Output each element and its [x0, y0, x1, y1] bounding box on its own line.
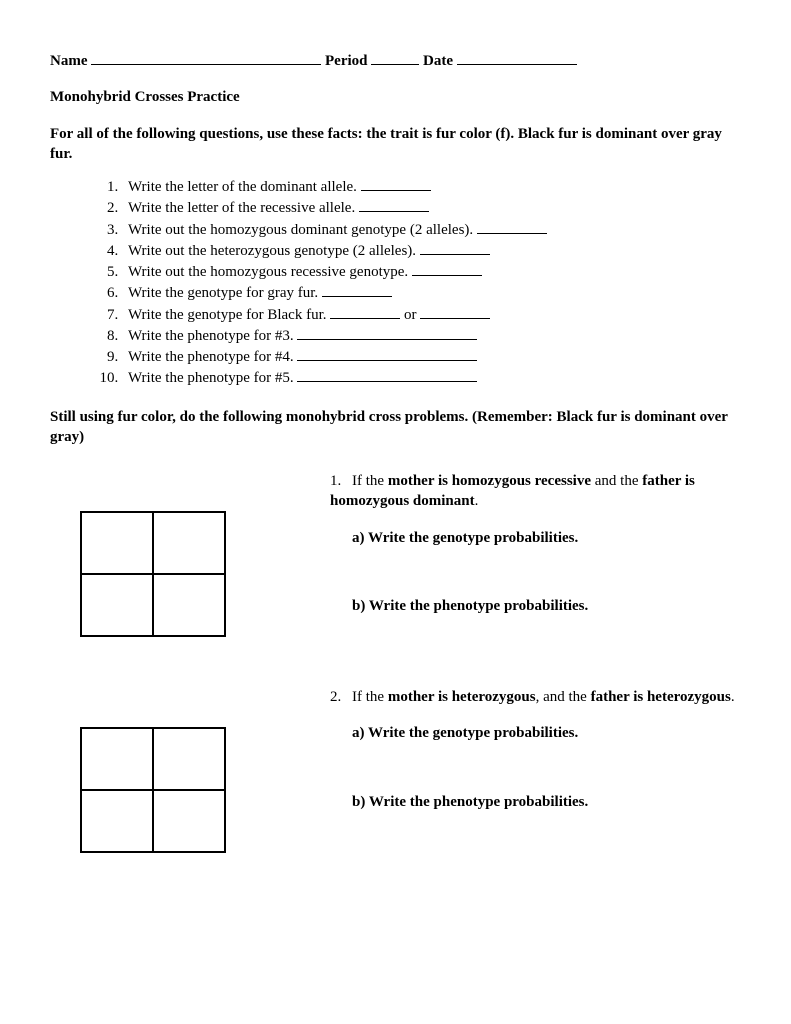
text-fragment: If the [352, 689, 388, 705]
problem-text: 1.If the mother is homozygous recessive … [330, 471, 741, 616]
sub-question-b: b) Write the phenotype probabilities. [352, 792, 741, 812]
punnett-square-container [50, 471, 330, 637]
text-fragment: . [731, 689, 735, 705]
problem-text: 2.If the mother is heterozygous, and the… [330, 687, 741, 812]
question-item: Write out the homozygous dominant genoty… [122, 219, 741, 240]
answer-blank[interactable] [359, 197, 429, 212]
questions-list: Write the letter of the dominant allele.… [122, 176, 741, 389]
problem-number: 1. [330, 471, 352, 491]
question-text: Write out the homozygous recessive genot… [128, 264, 408, 280]
answer-blank[interactable] [297, 325, 477, 340]
period-label: Period [325, 53, 368, 69]
answer-blank[interactable] [412, 261, 482, 276]
bold-text: mother is heterozygous [388, 689, 536, 705]
answer-blank[interactable] [420, 304, 490, 319]
answer-blank[interactable] [297, 367, 477, 382]
question-item: Write the genotype for gray fur. [122, 282, 741, 303]
worksheet-title: Monohybrid Crosses Practice [50, 87, 741, 107]
question-text: Write the letter of the recessive allele… [128, 200, 355, 216]
question-text: Write the phenotype for #5. [128, 370, 294, 386]
problem-2: 2.If the mother is heterozygous, and the… [50, 687, 741, 853]
question-text: Write the phenotype for #4. [128, 349, 294, 365]
question-item: Write the genotype for Black fur. or [122, 304, 741, 325]
answer-blank[interactable] [297, 346, 477, 361]
question-item: Write the phenotype for #5. [122, 367, 741, 388]
question-text: Write the genotype for Black fur. [128, 307, 327, 323]
question-text: Write the letter of the dominant allele. [128, 179, 357, 195]
question-item: Write the phenotype for #3. [122, 325, 741, 346]
question-item: Write out the heterozygous genotype (2 a… [122, 240, 741, 261]
sub-question-a: a) Write the genotype probabilities. [352, 528, 741, 548]
punnett-square-container [50, 687, 330, 853]
sub-question-a: a) Write the genotype probabilities. [352, 723, 741, 743]
problem-statement: 2.If the mother is heterozygous, and the… [330, 687, 741, 707]
date-label: Date [423, 53, 453, 69]
question-item: Write the letter of the dominant allele. [122, 176, 741, 197]
header-line: Name Period Date [50, 50, 741, 71]
bold-text: mother is homozygous recessive [388, 473, 591, 489]
question-text: Write the phenotype for #3. [128, 328, 294, 344]
answer-blank[interactable] [420, 240, 490, 255]
question-item: Write the letter of the recessive allele… [122, 197, 741, 218]
date-blank[interactable] [457, 50, 577, 65]
answer-blank[interactable] [477, 219, 547, 234]
name-label: Name [50, 53, 88, 69]
section-heading: Still using fur color, do the following … [50, 407, 741, 448]
punnett-square[interactable] [80, 727, 226, 853]
problem-1: 1.If the mother is homozygous recessive … [50, 471, 741, 637]
answer-blank[interactable] [361, 176, 431, 191]
problem-statement: 1.If the mother is homozygous recessive … [330, 471, 741, 512]
question-text: Write the genotype for gray fur. [128, 285, 318, 301]
instructions-text: For all of the following questions, use … [50, 124, 741, 165]
question-item: Write out the homozygous recessive genot… [122, 261, 741, 282]
text-fragment: If the [352, 473, 388, 489]
or-text: or [404, 307, 417, 323]
answer-blank[interactable] [322, 282, 392, 297]
punnett-square[interactable] [80, 511, 226, 637]
question-text: Write out the heterozygous genotype (2 a… [128, 243, 416, 259]
answer-blank[interactable] [330, 304, 400, 319]
problem-number: 2. [330, 687, 352, 707]
bold-text: father is heterozygous [591, 689, 731, 705]
question-text: Write out the homozygous dominant genoty… [128, 222, 473, 238]
text-fragment: and the [591, 473, 642, 489]
question-item: Write the phenotype for #4. [122, 346, 741, 367]
sub-question-b: b) Write the phenotype probabilities. [352, 596, 741, 616]
text-fragment: , and the [536, 689, 591, 705]
name-blank[interactable] [91, 50, 321, 65]
text-fragment: . [475, 493, 479, 509]
period-blank[interactable] [371, 50, 419, 65]
